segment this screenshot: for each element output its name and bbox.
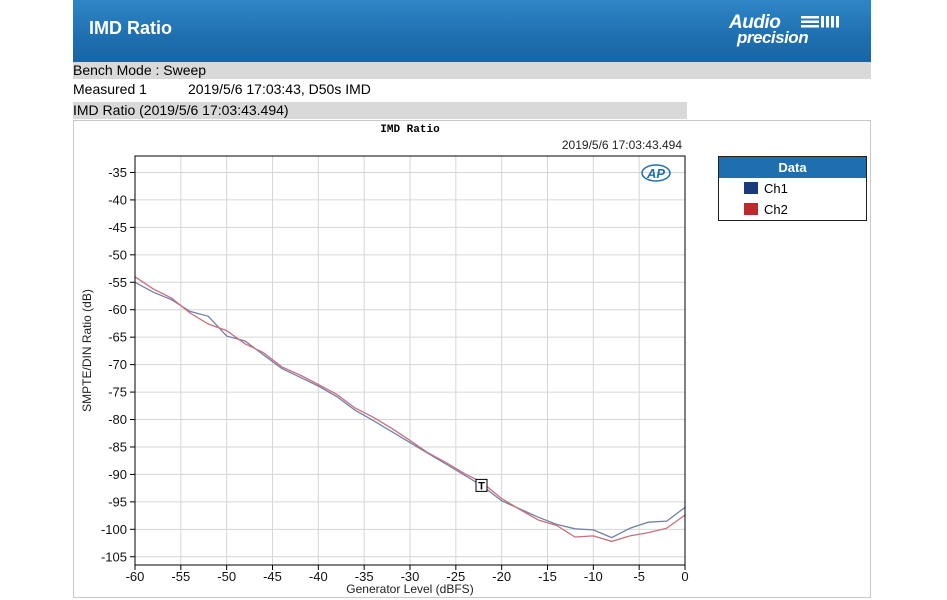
logo-text-precision: precision	[737, 28, 809, 47]
measured-row: Measured 1 2019/5/6 17:03:43, D50s IMD	[73, 81, 871, 98]
measured-label: Measured 1	[73, 81, 147, 97]
legend-item-ch1[interactable]: Ch1	[719, 178, 866, 199]
report-header: IMD Ratio Audio precision	[73, 0, 871, 62]
legend-label-ch1: Ch1	[764, 181, 788, 196]
imd-ratio-row: IMD Ratio (2019/5/6 17:03:43.494)	[73, 102, 687, 119]
legend-title: Data	[719, 157, 866, 178]
logo-bars-icon	[801, 16, 839, 28]
chart-legend: Data Ch1 Ch2	[718, 156, 867, 221]
audio-precision-logo: Audio precision	[723, 12, 843, 48]
legend-item-ch2[interactable]: Ch2	[719, 199, 866, 220]
header-title: IMD Ratio	[89, 18, 172, 38]
legend-label-ch2: Ch2	[764, 202, 788, 217]
legend-swatch-ch2	[744, 203, 758, 215]
legend-swatch-ch1	[744, 182, 758, 194]
bench-mode-row: Bench Mode : Sweep	[73, 62, 871, 79]
measured-value: 2019/5/6 17:03:43, D50s IMD	[188, 81, 371, 97]
